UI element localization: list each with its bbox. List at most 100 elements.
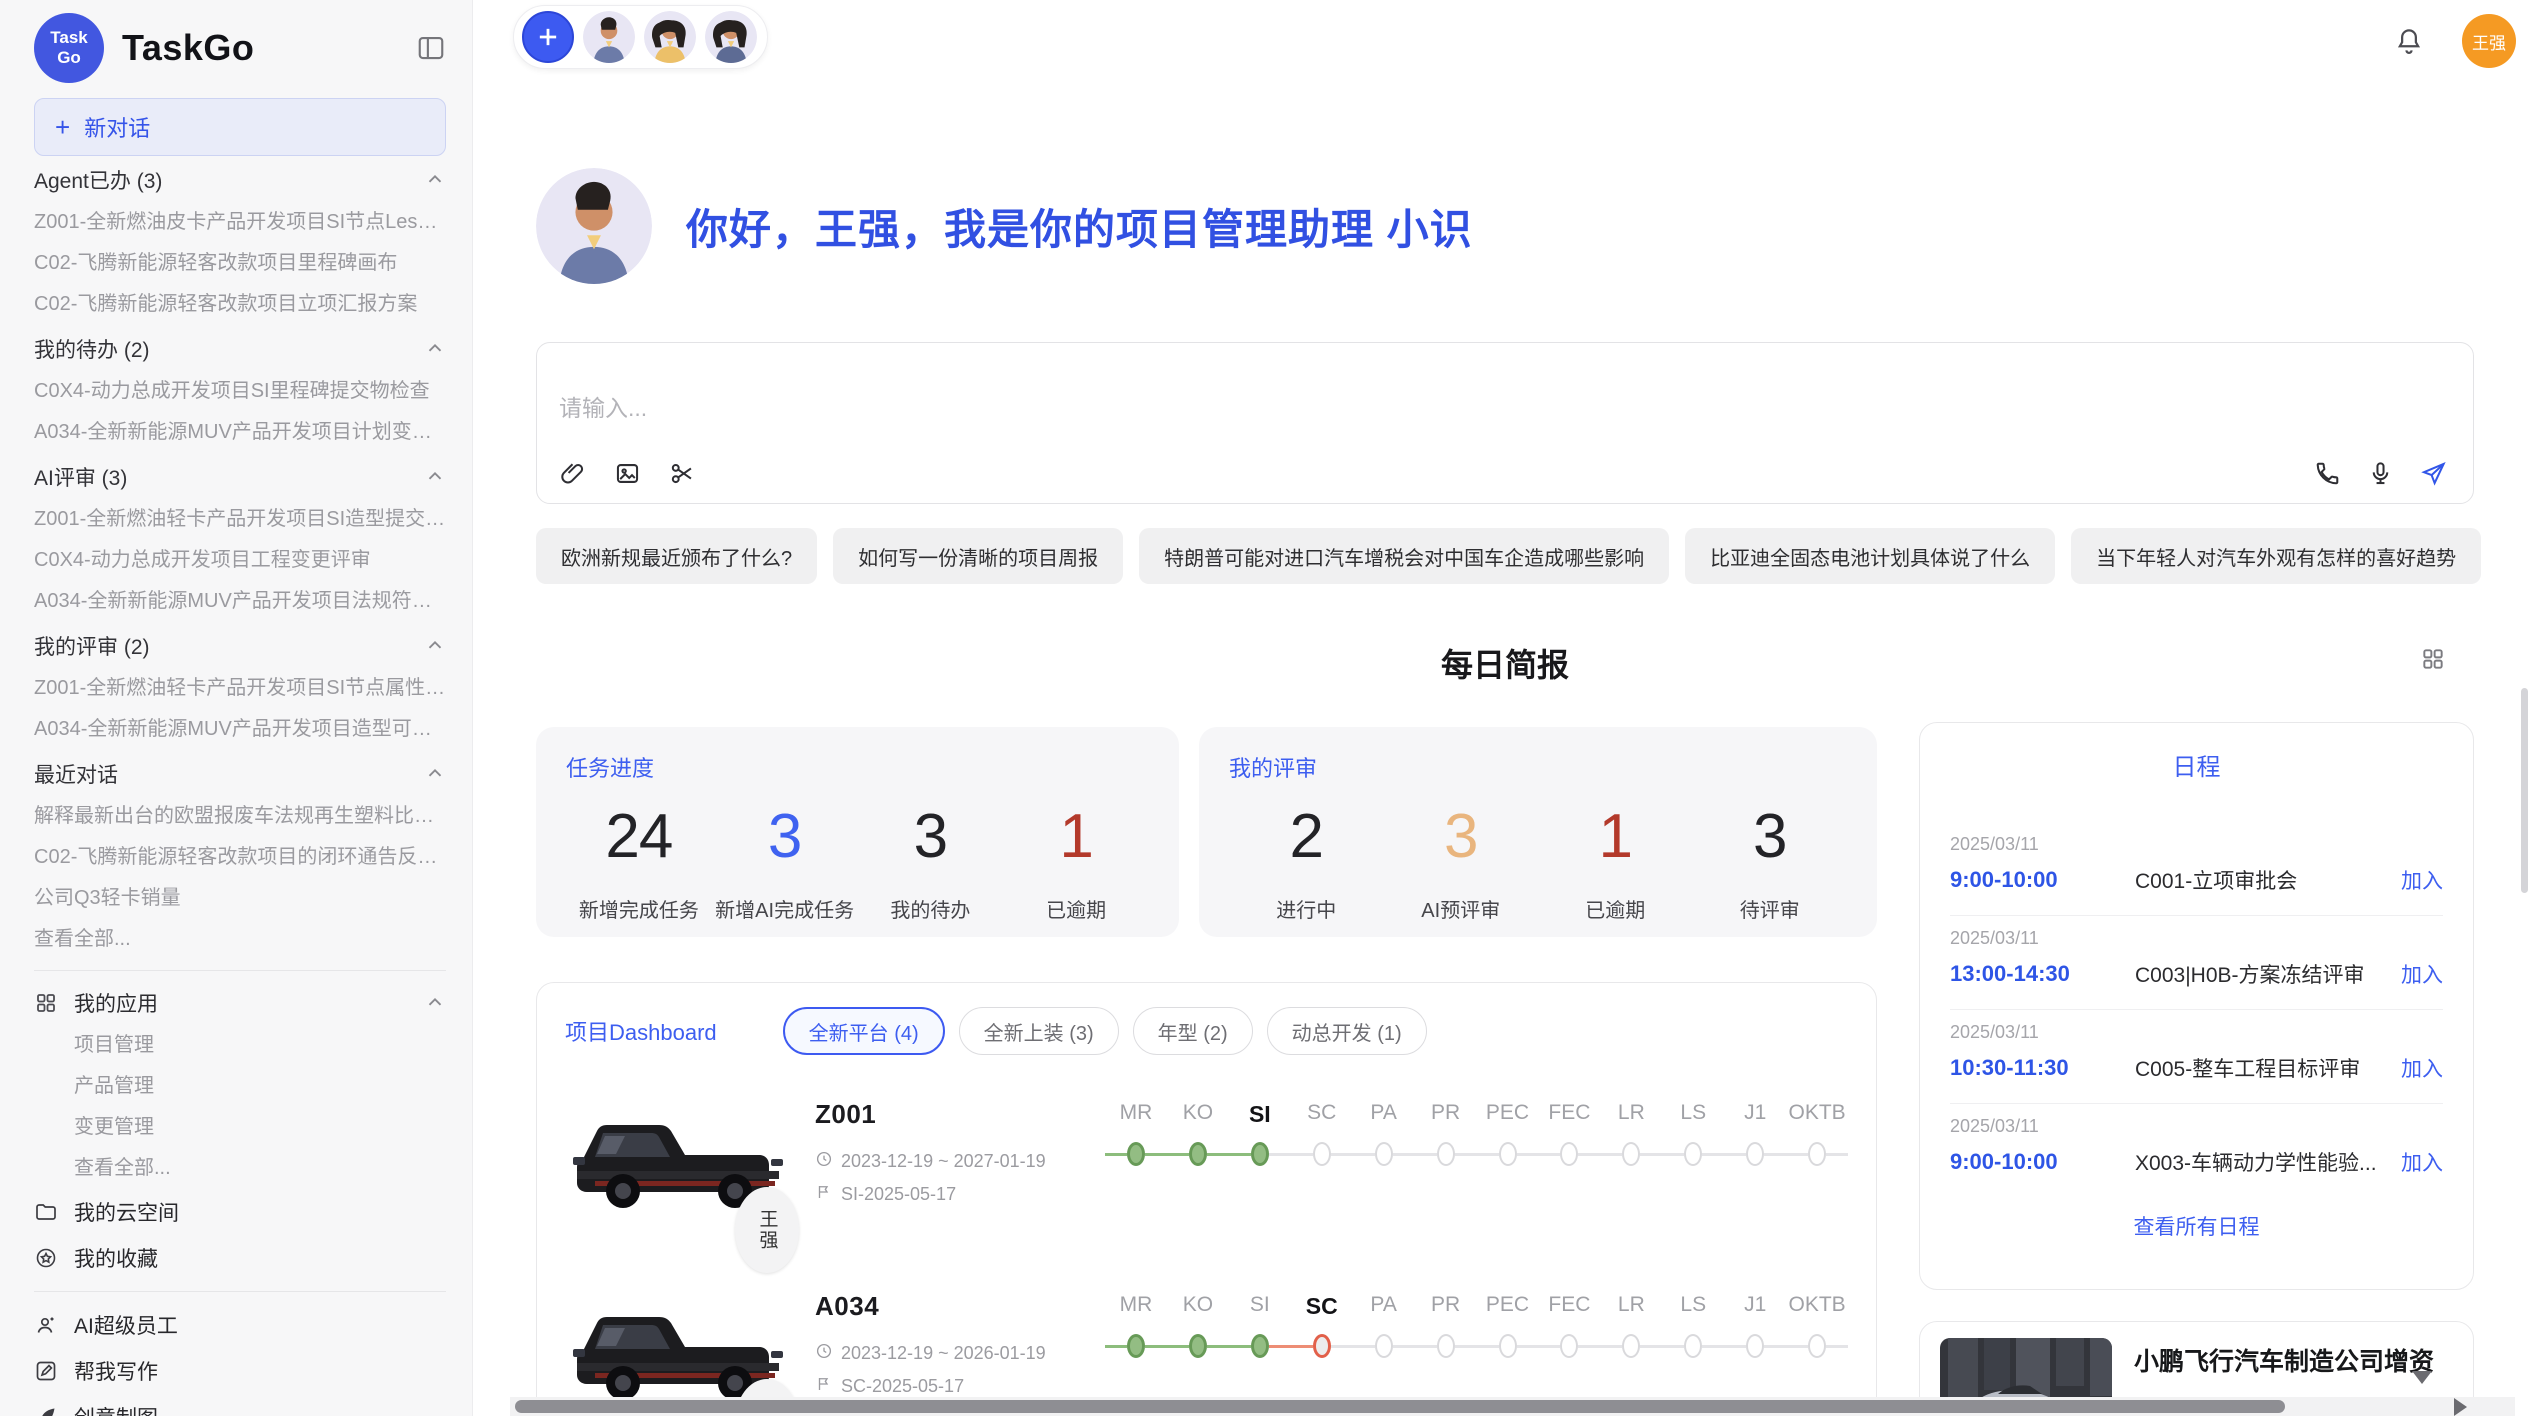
sidebar-item[interactable]: C02-飞腾新能源轻客改款项目的闭环通告反馈情况 bbox=[34, 837, 446, 878]
milestone-cell bbox=[1291, 1142, 1353, 1166]
horizontal-scrollbar[interactable] bbox=[510, 1397, 2515, 1416]
milestone-node-ko[interactable] bbox=[1189, 1334, 1207, 1358]
send-icon[interactable] bbox=[2420, 460, 2447, 487]
sidebar-item[interactable]: 查看全部... bbox=[34, 919, 446, 960]
milestone-node-j1[interactable] bbox=[1746, 1142, 1764, 1166]
sidebar-item[interactable]: A034-全新新能源MUV产品开发项目法规符合性评审 bbox=[34, 581, 446, 622]
milestone-node-fec[interactable] bbox=[1560, 1334, 1578, 1358]
agent-avatar-3[interactable] bbox=[705, 11, 757, 63]
suggestion-chip[interactable]: 比亚迪全固态电池计划具体说了什么 bbox=[1685, 528, 2055, 584]
sidebar-link-quill[interactable]: 创意制图 bbox=[34, 1394, 446, 1416]
milestone-cell bbox=[1662, 1142, 1724, 1166]
phone-icon[interactable] bbox=[2314, 460, 2341, 487]
milestone-line bbox=[1353, 1345, 1375, 1348]
collapse-sidebar-icon[interactable] bbox=[416, 33, 446, 63]
sidebar-item[interactable]: A034-全新新能源MUV产品开发项目计划变更表编写 bbox=[34, 412, 446, 453]
milestone-node-lr[interactable] bbox=[1622, 1334, 1640, 1358]
sidebar-item[interactable]: C02-飞腾新能源轻客改款项目立项汇报方案 bbox=[34, 284, 446, 325]
join-link[interactable]: 加入 bbox=[2401, 865, 2443, 895]
scissors-icon[interactable] bbox=[669, 460, 696, 487]
suggestion-chip[interactable]: 欧洲新规最近颁布了什么? bbox=[536, 528, 817, 584]
milestone-node-mr[interactable] bbox=[1127, 1142, 1145, 1166]
join-link[interactable]: 加入 bbox=[2401, 959, 2443, 989]
scroll-down-arrow[interactable] bbox=[2412, 1371, 2432, 1384]
join-link[interactable]: 加入 bbox=[2401, 1053, 2443, 1083]
milestone-node-pa[interactable] bbox=[1375, 1334, 1393, 1358]
sidebar-link-star[interactable]: 我的收藏 bbox=[34, 1235, 446, 1281]
sidebar-item[interactable]: 解释最新出台的欧盟报废车法规再生塑料比例被调至15%... bbox=[34, 796, 446, 837]
dashboard-tab[interactable]: 年型 (2) bbox=[1133, 1007, 1253, 1055]
sidebar-section-header[interactable]: Agent已办 (3) bbox=[34, 158, 446, 202]
sidebar-my-apps-header[interactable]: 我的应用 bbox=[34, 981, 446, 1025]
sidebar-item[interactable]: Z001-全新燃油轻卡产品开发项目SI造型提交物评审 bbox=[34, 499, 446, 540]
dashboard-tab[interactable]: 全新上装 (3) bbox=[959, 1007, 1119, 1055]
join-link[interactable]: 加入 bbox=[2401, 1147, 2443, 1177]
image-icon[interactable] bbox=[614, 460, 641, 487]
new-chat-button[interactable]: + 新对话 bbox=[34, 98, 446, 156]
milestone-node-ls[interactable] bbox=[1684, 1142, 1702, 1166]
milestone-node-mr[interactable] bbox=[1127, 1334, 1145, 1358]
suggestion-chip[interactable]: 特朗普可能对进口汽车增税会对中国车企造成哪些影响 bbox=[1139, 528, 1669, 584]
milestone-node-fec[interactable] bbox=[1560, 1142, 1578, 1166]
sidebar-app-item[interactable]: 变更管理 bbox=[34, 1107, 446, 1148]
view-all-schedule-link[interactable]: 查看所有日程 bbox=[1950, 1211, 2443, 1241]
sidebar-link-folder[interactable]: 我的云空间 bbox=[34, 1189, 446, 1235]
dashboard-tab[interactable]: 动总开发 (1) bbox=[1267, 1007, 1427, 1055]
event-name: C005-整车工程目标评审 bbox=[2135, 1053, 2401, 1083]
sidebar-item[interactable]: C02-飞腾新能源轻客改款项目里程碑画布 bbox=[34, 243, 446, 284]
schedule-list: 2025/03/119:00-10:00C001-立项审批会加入2025/03/… bbox=[1950, 822, 2443, 1197]
chat-input[interactable] bbox=[559, 395, 1959, 422]
milestone-node-pec[interactable] bbox=[1499, 1142, 1517, 1166]
suggestion-chip[interactable]: 当下年轻人对汽车外观有怎样的喜好趋势 bbox=[2071, 528, 2481, 584]
agent-avatar-1[interactable] bbox=[583, 11, 635, 63]
milestone-cell bbox=[1786, 1142, 1848, 1166]
user-avatar[interactable]: 王强 bbox=[2462, 14, 2516, 68]
milestone-node-ls[interactable] bbox=[1684, 1334, 1702, 1358]
section-title: 我的待办 (2) bbox=[34, 334, 150, 364]
horizontal-scrollbar-thumb[interactable] bbox=[515, 1400, 2285, 1413]
vertical-scrollbar-thumb[interactable] bbox=[2521, 688, 2528, 893]
sidebar-link-person[interactable]: AI超级员工 bbox=[34, 1302, 446, 1348]
milestone-node-oktb[interactable] bbox=[1808, 1334, 1826, 1358]
milestone-node-pa[interactable] bbox=[1375, 1142, 1393, 1166]
milestone-node-lr[interactable] bbox=[1622, 1142, 1640, 1166]
sidebar-app-item[interactable]: 查看全部... bbox=[34, 1148, 446, 1189]
milestone-node-j1[interactable] bbox=[1746, 1334, 1764, 1358]
milestone-node-pr[interactable] bbox=[1437, 1142, 1455, 1166]
sidebar-item[interactable]: A034-全新新能源MUV产品开发项目造型可行性评审 bbox=[34, 709, 446, 750]
milestone-label: KO bbox=[1167, 1293, 1229, 1320]
sidebar-item[interactable]: 公司Q3轻卡销量 bbox=[34, 878, 446, 919]
milestone-label: SI bbox=[1229, 1293, 1291, 1320]
milestone-node-oktb[interactable] bbox=[1808, 1142, 1826, 1166]
suggestion-chip[interactable]: 如何写一份清晰的项目周报 bbox=[833, 528, 1123, 584]
milestone-node-sc[interactable] bbox=[1313, 1142, 1331, 1166]
milestone-node-si[interactable] bbox=[1251, 1142, 1269, 1166]
sidebar-item[interactable]: C0X4-动力总成开发项目SI里程碑提交物检查 bbox=[34, 371, 446, 412]
sidebar-item[interactable]: C0X4-动力总成开发项目工程变更评审 bbox=[34, 540, 446, 581]
add-agent-button[interactable] bbox=[522, 11, 574, 63]
sidebar-section-header[interactable]: 最近对话 bbox=[34, 752, 446, 796]
schedule-event: 2025/03/119:00-10:00X003-车辆动力学性能验...加入 bbox=[1950, 1104, 2443, 1197]
dashboard-tab[interactable]: 全新平台 (4) bbox=[783, 1007, 945, 1055]
notification-bell-icon[interactable] bbox=[2394, 26, 2424, 56]
paperclip-icon[interactable] bbox=[559, 460, 586, 487]
sidebar-section-header[interactable]: AI评审 (3) bbox=[34, 455, 446, 499]
milestone-node-sc[interactable] bbox=[1313, 1334, 1331, 1358]
mic-icon[interactable] bbox=[2367, 460, 2394, 487]
sidebar-app-item[interactable]: 项目管理 bbox=[34, 1025, 446, 1066]
sidebar-link-write[interactable]: 帮我写作 bbox=[34, 1348, 446, 1394]
sidebar-item[interactable]: Z001-全新燃油皮卡产品开发项目SI节点Lesson Learn报告 bbox=[34, 202, 446, 243]
sidebar-section-header[interactable]: 我的评审 (2) bbox=[34, 624, 446, 668]
divider bbox=[34, 1291, 446, 1292]
sidebar-app-item[interactable]: 产品管理 bbox=[34, 1066, 446, 1107]
sidebar-section-header[interactable]: 我的待办 (2) bbox=[34, 327, 446, 371]
sidebar-item[interactable]: Z001-全新燃油轻卡产品开发项目SI节点属性5D文件评审 bbox=[34, 668, 446, 709]
layout-grid-icon[interactable] bbox=[2420, 646, 2446, 672]
milestone-node-si[interactable] bbox=[1251, 1334, 1269, 1358]
agent-avatar-2[interactable] bbox=[644, 11, 696, 63]
milestone-node-pr[interactable] bbox=[1437, 1334, 1455, 1358]
chevron-up-icon bbox=[424, 635, 446, 657]
scroll-right-arrow[interactable] bbox=[2454, 1398, 2467, 1416]
milestone-node-ko[interactable] bbox=[1189, 1142, 1207, 1166]
milestone-node-pec[interactable] bbox=[1499, 1334, 1517, 1358]
